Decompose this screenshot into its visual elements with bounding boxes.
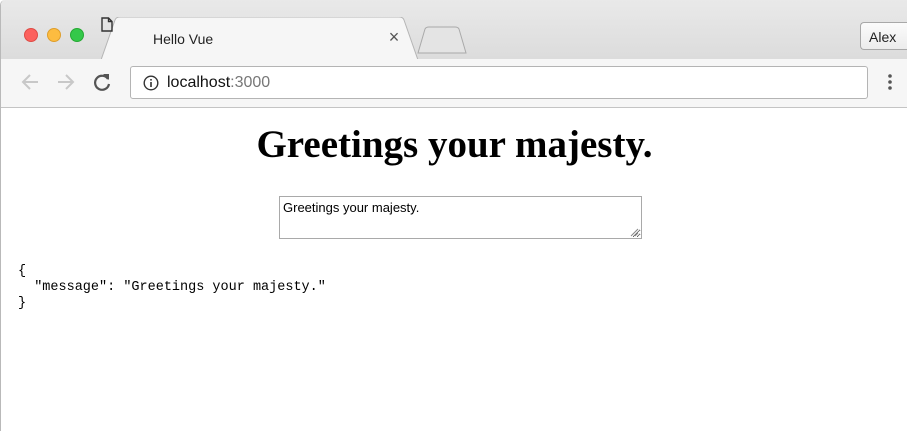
address-bar[interactable]: localhost:3000: [130, 66, 868, 99]
window-minimize-button[interactable]: [47, 28, 61, 42]
window-maximize-button[interactable]: [70, 28, 84, 42]
browser-window: Hello Vue × Alex localhost:3000 Greeting…: [0, 0, 907, 431]
browser-toolbar: localhost:3000: [1, 59, 907, 108]
reload-icon[interactable]: [92, 71, 112, 93]
tab-close-icon[interactable]: ×: [387, 28, 401, 46]
info-icon[interactable]: [143, 75, 159, 91]
arrow-left-icon[interactable]: [20, 71, 40, 93]
page-heading: Greetings your majesty.: [256, 123, 653, 166]
arrow-right-icon[interactable]: [56, 71, 76, 93]
profile-button[interactable]: Alex: [860, 22, 907, 50]
url-host: localhost: [167, 74, 231, 91]
url-text: localhost:3000: [167, 74, 270, 92]
tab-strip: Hello Vue × Alex: [1, 0, 907, 60]
tab-shape: [101, 17, 419, 60]
page-content: Greetings your majesty. Greetings your m…: [1, 108, 907, 431]
url-port: :3000: [230, 74, 271, 91]
new-tab-button[interactable]: [417, 26, 469, 54]
message-textarea[interactable]: Greetings your majesty.: [279, 196, 642, 239]
tab-hello-vue[interactable]: Hello Vue ×: [101, 17, 431, 60]
tab-title: Hello Vue: [153, 31, 214, 47]
page-icon: [101, 17, 113, 32]
window-close-button[interactable]: [24, 28, 38, 42]
kebab-menu-icon[interactable]: [887, 72, 893, 92]
json-output: { "message": "Greetings your majesty." }: [18, 264, 326, 311]
